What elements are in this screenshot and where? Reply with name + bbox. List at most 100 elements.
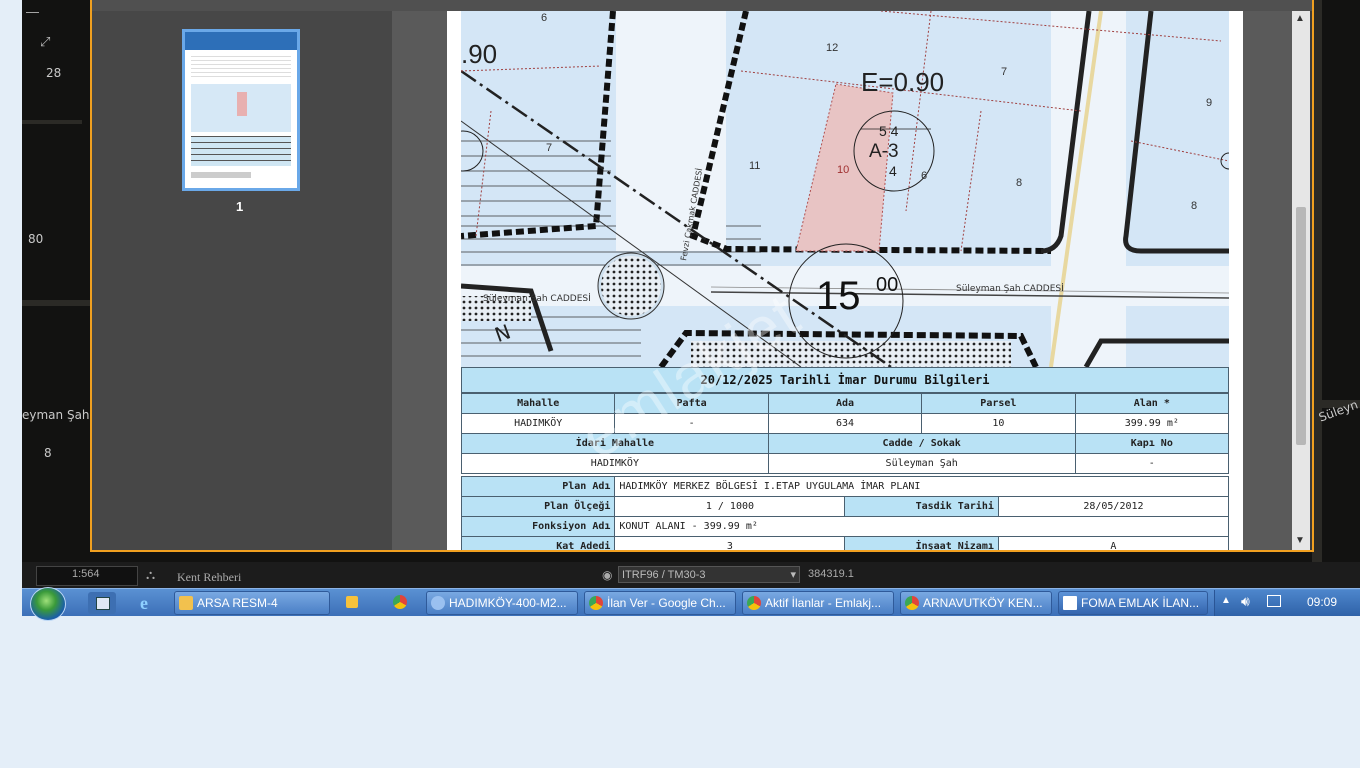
- cell-value: 399.99 m²: [1074, 413, 1230, 434]
- thumbnail-pane: 1: [92, 11, 392, 550]
- parcel-number: 6: [541, 12, 547, 24]
- road-width-sup: 00: [876, 274, 898, 296]
- parcel-number: 7: [1001, 66, 1007, 78]
- cell-value: HADIMKÖY: [460, 413, 616, 434]
- taskbar-item[interactable]: HADIMKÖY-400-M2...: [426, 591, 578, 615]
- taskbar-item-label: ARSA RESM-4: [197, 596, 278, 610]
- cell-value: Süleyman Şah: [767, 453, 1076, 474]
- image-viewer-icon: [431, 596, 445, 610]
- cell-value: 1 / 1000: [614, 496, 846, 517]
- zone-code: A-3: [869, 141, 899, 162]
- scale-label: 1:564: [72, 568, 100, 580]
- document-area: N E=0.90 .90 5 4 A-3 4 15 00 Süleyman Şa…: [392, 11, 1292, 550]
- taskbar-item-label: Aktif İlanlar - Emlakj...: [765, 596, 882, 610]
- parcel-number: 8: [1016, 177, 1022, 189]
- taskbar-item[interactable]: İlan Ver - Google Ch...: [584, 591, 736, 615]
- cell-value: 3: [614, 536, 846, 550]
- scroll-up-icon[interactable]: ▲: [1295, 13, 1305, 24]
- zone-bottom: 4: [889, 163, 897, 179]
- system-tray: ▲ 🔊︎ 09:09: [1214, 590, 1360, 616]
- parcel-number: 11: [749, 160, 760, 172]
- col-header: Parsel: [921, 393, 1076, 414]
- zoning-map: N E=0.90 .90 5 4 A-3 4 15 00 Süleyman Şa…: [461, 11, 1229, 367]
- page-thumbnail[interactable]: [182, 29, 300, 191]
- expand-icon[interactable]: ⤢: [40, 34, 50, 50]
- col-header: Mahalle: [460, 393, 616, 414]
- cell-value: HADIMKÖY: [461, 453, 769, 474]
- parcel-number: 8: [1191, 200, 1197, 212]
- document-icon: [1063, 596, 1077, 610]
- chrome-icon: [905, 596, 919, 610]
- parcel-number: 10: [837, 164, 849, 176]
- volume-icon[interactable]: 🔊︎: [1241, 593, 1250, 610]
- parcel-number: 12: [826, 42, 838, 54]
- map-label: 28: [46, 66, 62, 80]
- network-icon[interactable]: [1267, 595, 1281, 607]
- row-label: Tasdik Tarihi: [844, 496, 999, 517]
- media-player-icon[interactable]: [338, 592, 366, 614]
- map-statusbar: 1:564 ⛬ Kent Rehberi ◉ ITRF96 / TM30-3 ▾…: [22, 562, 1360, 588]
- chrome-icon: [747, 596, 761, 610]
- taskbar-item[interactable]: Aktif İlanlar - Emlakj...: [742, 591, 894, 615]
- cell-value: -: [1074, 453, 1230, 474]
- coordinate-readout: 384319.1: [808, 568, 854, 580]
- city-guide-icon[interactable]: ⛬: [146, 567, 155, 583]
- chrome-icon: [589, 596, 603, 610]
- street-label-right: Süleyman Şah CADDESİ: [956, 283, 1064, 294]
- show-hidden-icons-icon[interactable]: ▲: [1221, 595, 1231, 606]
- floor-ratio-text: E=0.90: [861, 67, 944, 97]
- plan-info-table: Plan Adı HADIMKÖY MERKEZ BÖLGESİ I.ETAP …: [460, 476, 1230, 550]
- zone-top: 5 4: [879, 123, 899, 139]
- scroll-down-icon[interactable]: ▼: [1295, 535, 1305, 546]
- street-label: eyman Şah: [22, 408, 90, 422]
- col-header: Pafta: [614, 393, 769, 414]
- viewer-title-strip: [92, 0, 1312, 11]
- internet-explorer-icon[interactable]: e: [134, 592, 162, 614]
- street-label-left: Süleyman Şah CADDESİ: [483, 293, 591, 304]
- taskbar: e ARSA RESM-4 HADIMKÖY-400-M2... İlan Ve…: [22, 587, 1360, 621]
- taskbar-item-label: FOMA EMLAK İLAN...: [1081, 596, 1200, 610]
- map-label: 8: [44, 446, 52, 460]
- show-desktop-icon[interactable]: [88, 592, 116, 614]
- taskbar-item[interactable]: FOMA EMLAK İLAN...: [1058, 591, 1208, 615]
- projection-select[interactable]: ITRF96 / TM30-3 ▾: [618, 566, 800, 583]
- parcel-number: 6: [921, 170, 927, 182]
- parcel-number: 7: [546, 142, 552, 154]
- taskbar-item[interactable]: ARNAVUTKÖY KEN...: [900, 591, 1052, 615]
- taskbar-item-label: ARNAVUTKÖY KEN...: [923, 596, 1043, 610]
- col-header: İdari Mahalle: [461, 433, 769, 454]
- parcel-info-table: Mahalle Pafta Ada Parsel Alan * HADIMKÖY…: [460, 393, 1230, 474]
- vertical-scrollbar[interactable]: ▲ ▼: [1292, 11, 1310, 550]
- desktop-edge: [0, 0, 22, 768]
- pdf-page: N E=0.90 .90 5 4 A-3 4 15 00 Süleyman Şa…: [447, 11, 1243, 550]
- road-width: 15: [816, 274, 861, 318]
- module-label[interactable]: Kent Rehberi: [177, 570, 241, 585]
- floor-ratio-text: .90: [461, 39, 497, 69]
- cell-value: 28/05/2012: [997, 496, 1230, 517]
- radio-icon[interactable]: ◉: [602, 568, 612, 582]
- cell-value: HADIMKÖY MERKEZ BÖLGESİ I.ETAP UYGULAMA …: [614, 476, 1229, 497]
- col-header: Ada: [767, 393, 923, 414]
- cell-value: 10: [921, 413, 1076, 434]
- col-header: Cadde / Sokak: [767, 433, 1076, 454]
- row-label: Fonksiyon Adı: [460, 516, 616, 537]
- taskbar-item-label: HADIMKÖY-400-M2...: [449, 596, 567, 610]
- zoning-map-graphic: N E=0.90 .90 5 4 A-3 4 15 00 Süleyman Şa…: [461, 11, 1229, 367]
- row-label: Plan Ölçeği: [460, 496, 616, 517]
- chrome-icon[interactable]: [386, 592, 414, 614]
- clock[interactable]: 09:09: [1307, 595, 1337, 609]
- cell-value: A: [997, 536, 1230, 550]
- chevron-down-icon: ▾: [790, 569, 796, 581]
- col-header: Kapı No: [1074, 433, 1230, 454]
- taskbar-item-label: İlan Ver - Google Ch...: [607, 596, 726, 610]
- folder-icon: [179, 596, 193, 610]
- info-title: 20/12/2025 Tarihli İmar Durumu Bilgileri: [461, 367, 1229, 393]
- cell-value: 634: [767, 413, 923, 434]
- start-button[interactable]: [30, 587, 66, 621]
- row-label: İnşaat Nizamı: [844, 536, 999, 550]
- scrollbar-thumb[interactable]: [1296, 207, 1306, 445]
- cell-value: -: [614, 413, 769, 434]
- minimize-map-icon[interactable]: —: [26, 4, 39, 19]
- thumbnail-page-number: 1: [236, 199, 244, 214]
- taskbar-item[interactable]: ARSA RESM-4: [174, 591, 330, 615]
